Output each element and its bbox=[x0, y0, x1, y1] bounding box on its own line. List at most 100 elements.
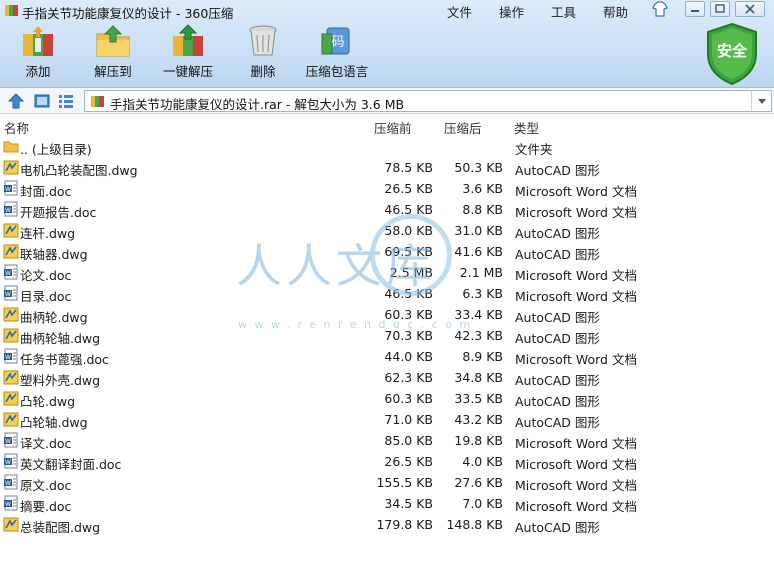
table-row[interactable]: 曲柄轮轴.dwg 70.3 KB 42.3 KB AutoCAD 图形 bbox=[0, 325, 774, 346]
file-name: 总装配图.dwg bbox=[20, 520, 101, 535]
menu-operations[interactable]: 操作 bbox=[499, 2, 524, 21]
file-name: 联轴器.dwg bbox=[20, 247, 88, 262]
close-button[interactable] bbox=[735, 1, 765, 17]
security-badge[interactable]: 安全 bbox=[704, 22, 760, 86]
svg-text:W: W bbox=[5, 501, 11, 508]
archive-language-label: 压缩包语言 bbox=[305, 64, 369, 79]
column-header-unpacked[interactable]: 压缩后 bbox=[444, 118, 482, 137]
file-name: 凸轮.dwg bbox=[20, 394, 76, 409]
file-unpacked-size: 27.6 KB bbox=[454, 475, 503, 490]
file-name: .. (上级目录) bbox=[20, 142, 92, 157]
add-archive-icon bbox=[23, 26, 53, 56]
svg-text:W: W bbox=[5, 354, 11, 361]
table-row[interactable]: .. (上级目录) 文件夹 bbox=[0, 136, 774, 157]
app-icon bbox=[5, 5, 18, 16]
svg-text:W: W bbox=[5, 459, 11, 466]
file-packed-size: 46.5 KB bbox=[384, 286, 433, 301]
path-dropdown-button[interactable] bbox=[751, 91, 771, 111]
file-type: Microsoft Word 文档 bbox=[515, 499, 637, 514]
doc-file-icon: W bbox=[4, 201, 18, 217]
table-row[interactable]: W 任务书蓖强.doc 44.0 KB 8.9 KB Microsoft Word 文档 bbox=[0, 346, 774, 367]
file-unpacked-size: 33.4 KB bbox=[454, 307, 503, 322]
table-row[interactable]: W 封面.doc 26.5 KB 3.6 KB Microsoft Word 文档 bbox=[0, 178, 774, 199]
menu-tools[interactable]: 工具 bbox=[551, 2, 576, 21]
maximize-icon bbox=[715, 4, 725, 13]
doc-file-icon: W bbox=[4, 453, 18, 469]
file-packed-size: 34.5 KB bbox=[384, 496, 433, 511]
file-name: 封面.doc bbox=[20, 184, 72, 199]
table-row[interactable]: W 目录.doc 46.5 KB 6.3 KB Microsoft Word 文档 bbox=[0, 283, 774, 304]
table-row[interactable]: 曲柄轮.dwg 60.3 KB 33.4 KB AutoCAD 图形 bbox=[0, 304, 774, 325]
file-packed-size: 44.0 KB bbox=[384, 349, 433, 364]
thumbnail-view-icon[interactable] bbox=[33, 92, 51, 110]
one-click-extract-label: 一键解压 bbox=[162, 64, 213, 79]
list-view-icon[interactable] bbox=[57, 92, 75, 110]
file-name: 曲柄轮轴.dwg bbox=[20, 331, 101, 346]
column-header-name[interactable]: 名称 bbox=[4, 118, 29, 137]
archive-language-button[interactable]: 码 压缩包语言 bbox=[304, 24, 370, 84]
extract-to-label: 解压到 bbox=[94, 64, 132, 79]
table-row[interactable]: W 论文.doc 2.5 MB 2.1 MB Microsoft Word 文档 bbox=[0, 262, 774, 283]
title-bar: 手指关节功能康复仪的设计 - 360压缩 文件 操作 工具 帮助 bbox=[0, 0, 774, 22]
shirt-icon bbox=[652, 1, 668, 17]
delete-button[interactable]: 删除 bbox=[240, 24, 286, 84]
add-button[interactable]: 添加 bbox=[14, 24, 62, 84]
file-packed-size: 71.0 KB bbox=[384, 412, 433, 427]
header: 手指关节功能康复仪的设计 - 360压缩 文件 操作 工具 帮助 添加 解压到 … bbox=[0, 0, 774, 88]
one-click-extract-icon bbox=[173, 24, 203, 56]
minimize-button[interactable] bbox=[685, 1, 705, 17]
file-type: AutoCAD 图形 bbox=[515, 310, 600, 325]
file-packed-size: 26.5 KB bbox=[384, 181, 433, 196]
table-row[interactable]: 电机凸轮装配图.dwg 78.5 KB 50.3 KB AutoCAD 图形 bbox=[0, 157, 774, 178]
table-row[interactable]: 凸轮轴.dwg 71.0 KB 43.2 KB AutoCAD 图形 bbox=[0, 409, 774, 430]
file-unpacked-size: 43.2 KB bbox=[454, 412, 503, 427]
security-badge-label: 安全 bbox=[716, 42, 747, 60]
column-header-packed[interactable]: 压缩前 bbox=[374, 118, 412, 137]
file-type: AutoCAD 图形 bbox=[515, 394, 600, 409]
table-row[interactable]: 总装配图.dwg 179.8 KB 148.8 KB AutoCAD 图形 bbox=[0, 514, 774, 535]
table-row[interactable]: 凸轮.dwg 60.3 KB 33.5 KB AutoCAD 图形 bbox=[0, 388, 774, 409]
trash-icon bbox=[249, 25, 277, 56]
path-field[interactable]: 手指关节功能康复仪的设计.rar - 解包大小为 3.6 MB bbox=[84, 90, 772, 112]
table-row[interactable]: 连杆.dwg 58.0 KB 31.0 KB AutoCAD 图形 bbox=[0, 220, 774, 241]
extract-to-button[interactable]: 解压到 bbox=[88, 24, 138, 84]
file-packed-size: 78.5 KB bbox=[384, 160, 433, 175]
svg-text:W: W bbox=[5, 438, 11, 445]
table-row[interactable]: W 英文翻译封面.doc 26.5 KB 4.0 KB Microsoft Word 文… bbox=[0, 451, 774, 472]
archive-icon bbox=[91, 96, 104, 107]
file-packed-size: 69.5 KB bbox=[384, 244, 433, 259]
skin-button[interactable] bbox=[650, 1, 670, 17]
file-type: Microsoft Word 文档 bbox=[515, 478, 637, 493]
maximize-button[interactable] bbox=[710, 1, 730, 17]
file-list: .. (上级目录) 文件夹 电机凸轮装配图.dwg 78.5 KB 50.3 KB Aut… bbox=[0, 136, 774, 535]
dwg-file-icon bbox=[3, 412, 19, 427]
file-unpacked-size: 3.6 KB bbox=[462, 181, 503, 196]
up-arrow-icon[interactable] bbox=[7, 92, 25, 110]
svg-text:W: W bbox=[5, 291, 11, 298]
file-packed-size: 26.5 KB bbox=[384, 454, 433, 469]
table-row[interactable]: W 开题报告.doc 46.5 KB 8.8 KB Microsoft Word 文档 bbox=[0, 199, 774, 220]
table-row[interactable]: 联轴器.dwg 69.5 KB 41.6 KB AutoCAD 图形 bbox=[0, 241, 774, 262]
menu-help[interactable]: 帮助 bbox=[603, 2, 628, 21]
column-header-type[interactable]: 类型 bbox=[514, 118, 539, 137]
dwg-file-icon bbox=[3, 160, 19, 175]
svg-text:W: W bbox=[5, 186, 11, 193]
table-row[interactable]: W 译文.doc 85.0 KB 19.8 KB Microsoft Word 文档 bbox=[0, 430, 774, 451]
doc-file-icon: W bbox=[4, 180, 18, 196]
minimize-icon bbox=[691, 10, 699, 12]
one-click-extract-button[interactable]: 一键解压 bbox=[160, 24, 216, 84]
file-name: 摘要.doc bbox=[20, 499, 72, 514]
window-title: 手指关节功能康复仪的设计 - 360压缩 bbox=[22, 6, 234, 21]
file-name: 译文.doc bbox=[20, 436, 72, 451]
file-type: Microsoft Word 文档 bbox=[515, 268, 637, 283]
extract-folder-icon bbox=[96, 25, 130, 57]
column-header-row: 名称 压缩前 压缩后 类型 bbox=[0, 115, 774, 136]
file-type: AutoCAD 图形 bbox=[515, 373, 600, 388]
menu-file[interactable]: 文件 bbox=[447, 2, 472, 21]
table-row[interactable]: W 摘要.doc 34.5 KB 7.0 KB Microsoft Word 文档 bbox=[0, 493, 774, 514]
chevron-down-icon bbox=[758, 99, 766, 104]
folder-icon bbox=[3, 141, 19, 153]
table-row[interactable]: 塑料外壳.dwg 62.3 KB 34.8 KB AutoCAD 图形 bbox=[0, 367, 774, 388]
file-type: AutoCAD 图形 bbox=[515, 226, 600, 241]
table-row[interactable]: W 原文.doc 155.5 KB 27.6 KB Microsoft Word 文档 bbox=[0, 472, 774, 493]
